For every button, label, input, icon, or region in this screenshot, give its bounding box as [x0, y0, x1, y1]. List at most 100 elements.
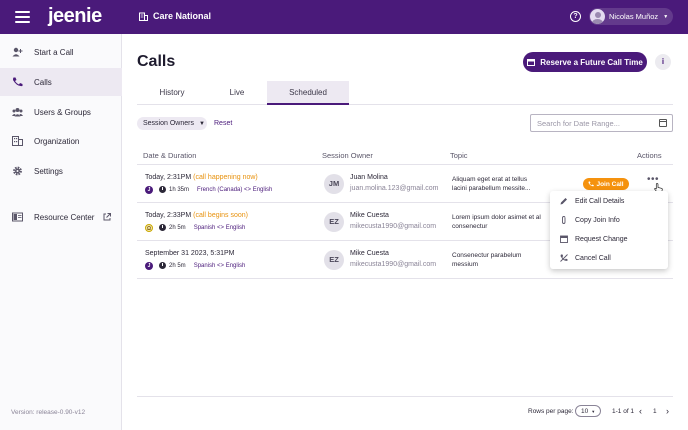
datetime-text: Today, 2:33PM: [145, 212, 192, 219]
call-duration: 2h 5m: [169, 262, 186, 269]
sidebar-item-label: Calls: [34, 77, 52, 87]
chevron-left-icon[interactable]: ‹: [639, 406, 642, 416]
date-range-search-input[interactable]: Search for Date Range...: [530, 114, 673, 132]
menu-item-label: Copy Join Info: [575, 217, 620, 224]
phone-add-icon: [12, 47, 23, 57]
help-icon[interactable]: ?: [570, 11, 581, 22]
external-link-icon: [103, 213, 111, 221]
session-owners-filter[interactable]: Session Owners ▼: [137, 117, 207, 130]
sidebar-item-label: Settings: [34, 166, 63, 176]
menu-item-label: Request Change: [575, 236, 628, 243]
call-languages: Spanish <> English: [193, 262, 246, 269]
building-icon: [139, 12, 148, 21]
menu-item-cancel-call[interactable]: Cancel Call: [550, 249, 668, 268]
avatar: EZ: [324, 250, 344, 270]
datetime-text: September 31 2023, 5:31PM: [145, 250, 235, 257]
clock-icon: [159, 186, 166, 193]
version-label: Version: release-0.90-v12: [11, 409, 86, 416]
paperclip-icon: [562, 216, 566, 224]
provider-icon: J: [145, 261, 153, 270]
call-datetime: Today, 2:33PM (call begins soon): [145, 212, 248, 219]
org-selector: Care National: [139, 11, 211, 21]
session-owners-label: Session Owners: [143, 120, 194, 127]
chevron-right-icon[interactable]: ›: [666, 406, 669, 416]
call-languages: French (Canada) <> English: [197, 186, 273, 193]
avatar: JM: [324, 174, 344, 194]
table-header: Date & Duration Session Owner Topic Acti…: [137, 145, 673, 165]
column-header-owner: Session Owner: [322, 151, 373, 160]
gear-icon: [13, 166, 22, 176]
phone-icon: [13, 77, 23, 87]
join-call-label: Join Call: [596, 180, 624, 188]
reserve-call-button[interactable]: Reserve a Future Call Time: [523, 52, 647, 72]
tab-history[interactable]: History: [137, 81, 207, 104]
call-meta: J 2h 5m Spanish <> English: [145, 261, 245, 270]
info-icon[interactable]: i: [655, 54, 671, 70]
sidebar-item-settings[interactable]: Settings: [0, 157, 122, 185]
tab-scheduled[interactable]: Scheduled: [267, 81, 349, 105]
column-header-actions: Actions: [637, 151, 662, 160]
org-name: Care National: [153, 11, 212, 21]
user-menu[interactable]: Nicolas Muñoz ▼: [589, 8, 673, 25]
sidebar-item-organization[interactable]: Organization: [0, 127, 122, 155]
calendar-icon: [527, 59, 536, 66]
chevron-down-icon: ▼: [591, 408, 596, 414]
call-meta: Ω 2h 5m Spanish <> English: [145, 223, 245, 232]
provider-icon: Ω: [145, 223, 153, 232]
owner-name: Mike Cuesta: [350, 212, 389, 219]
sidebar-item-start-a-call[interactable]: Start a Call: [0, 38, 122, 66]
call-duration: 1h 35m: [169, 186, 190, 193]
menu-item-label: Edit Call Details: [575, 198, 625, 205]
menu-item-label: Cancel Call: [575, 255, 611, 262]
date-range-placeholder: Search for Date Range...: [537, 118, 620, 128]
calendar-icon[interactable]: [659, 119, 667, 127]
chevron-down-icon: ▼: [198, 120, 205, 127]
hamburger-menu-icon[interactable]: [15, 11, 30, 23]
sidebar-item-label: Users & Groups: [34, 107, 91, 117]
avatar: EZ: [324, 212, 344, 232]
book-icon: [12, 212, 23, 222]
menu-item-edit-call-details[interactable]: Edit Call Details: [550, 192, 668, 211]
call-datetime: Today, 2:31PM (call happening now): [145, 174, 258, 181]
reserve-call-label: Reserve a Future Call Time: [540, 57, 643, 67]
owner-email: juan.molina.123@gmail.com: [350, 185, 439, 192]
owner-email: mikecusta1990@gmail.com: [350, 223, 437, 230]
owner-name: Mike Cuesta: [350, 250, 389, 257]
menu-item-request-change[interactable]: Request Change: [550, 230, 668, 249]
tab-live[interactable]: Live: [207, 81, 267, 104]
provider-icon: J: [145, 185, 153, 194]
top-bar: jeenie Care National ? Nicolas Muñoz ▼: [0, 0, 688, 34]
call-topic: Consenectur parabelum messium: [452, 252, 522, 268]
sidebar-item-label: Resource Center: [34, 212, 95, 222]
owner-email: mikecusta1990@gmail.com: [350, 261, 437, 268]
building-icon: [12, 136, 23, 146]
sidebar-item-label: Start a Call: [34, 47, 74, 57]
sidebar-item-calls[interactable]: Calls: [0, 68, 122, 96]
call-status: (call happening now): [193, 174, 258, 181]
jeenie-logo[interactable]: jeenie: [48, 5, 102, 28]
pagination: Rows per page: 10 ▼ 1-1 of 1 ‹ 1 ›: [137, 396, 673, 424]
join-call-button[interactable]: Join Call: [583, 178, 629, 190]
owner-name: Juan Molina: [350, 174, 388, 181]
call-languages: Spanish <> English: [193, 224, 246, 231]
call-status: (call begins soon): [193, 212, 249, 219]
menu-item-copy-join-info[interactable]: Copy Join Info: [550, 211, 668, 230]
pagination-range: 1-1 of 1: [612, 408, 635, 415]
page-title: Calls: [137, 53, 176, 70]
sidebar-item-resource-center[interactable]: Resource Center: [0, 203, 122, 231]
sidebar-item-label: Organization: [34, 136, 80, 146]
call-datetime: September 31 2023, 5:31PM: [145, 250, 235, 257]
phone-icon: [588, 181, 595, 187]
current-page[interactable]: 1: [653, 408, 657, 415]
sidebar-item-users-groups[interactable]: Users & Groups: [0, 98, 122, 126]
column-header-topic: Topic: [450, 151, 468, 160]
call-actions-menu: Edit Call Details Copy Join Info Request…: [550, 191, 668, 269]
calendar-icon: [560, 235, 568, 243]
reset-filters-link[interactable]: Reset: [214, 120, 232, 127]
sidebar: Start a Call Calls Users & Groups Organi…: [0, 34, 122, 430]
phone-cancel-icon: [560, 254, 568, 262]
user-name: Nicolas Muñoz: [609, 12, 659, 21]
rows-per-page-value: 10: [581, 407, 589, 415]
rows-per-page-select[interactable]: 10 ▼: [575, 405, 601, 417]
call-duration: 2h 5m: [169, 224, 186, 231]
